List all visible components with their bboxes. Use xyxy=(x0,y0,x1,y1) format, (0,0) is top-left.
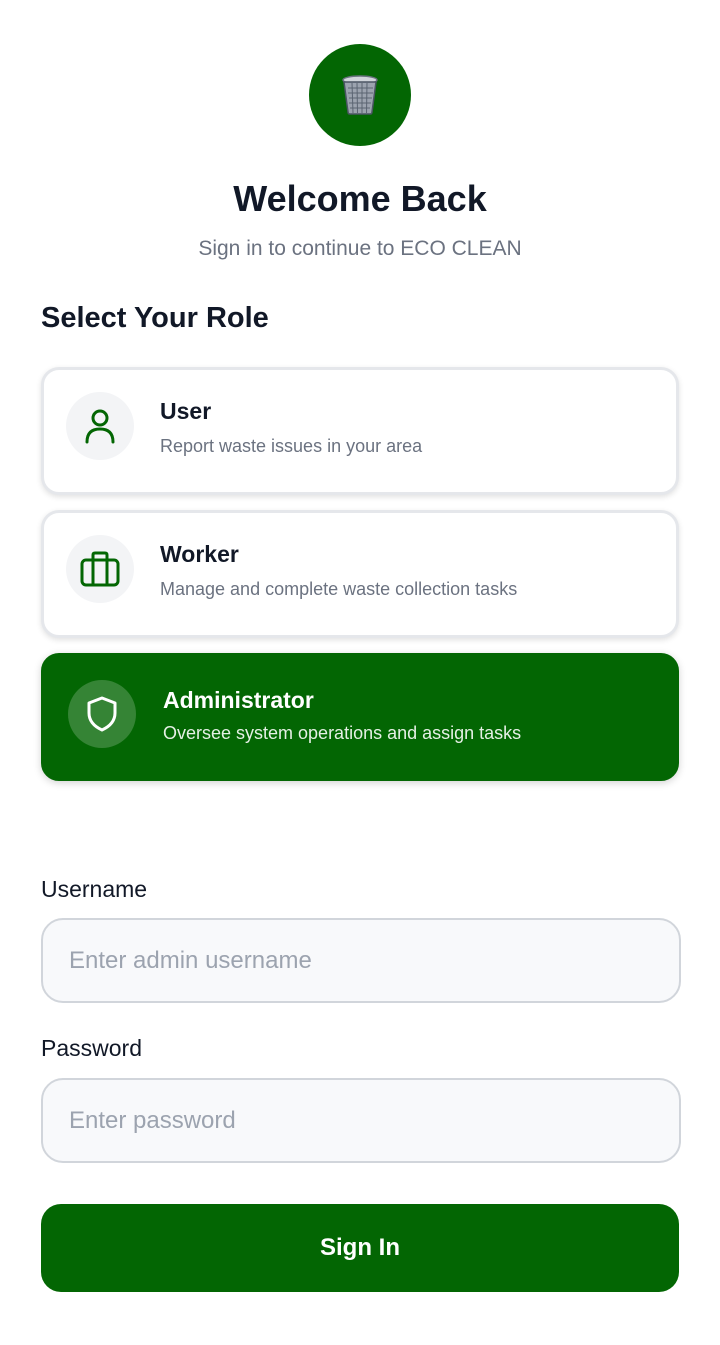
username-label: Username xyxy=(41,876,148,902)
page-title: Welcome Back xyxy=(233,178,487,219)
role-card-user[interactable]: User Report waste issues in your area xyxy=(41,367,679,495)
shield-icon xyxy=(87,696,117,732)
password-input[interactable] xyxy=(41,1078,681,1163)
role-icon-container xyxy=(68,680,136,748)
role-description: Manage and complete waste collection tas… xyxy=(160,579,518,599)
app-logo xyxy=(309,44,411,146)
role-description: Report waste issues in your area xyxy=(160,436,423,456)
password-label: Password xyxy=(41,1035,142,1061)
role-section-title: Select Your Role xyxy=(41,302,269,334)
role-icon-container xyxy=(66,535,134,603)
role-icon-container xyxy=(66,392,134,460)
briefcase-icon xyxy=(80,551,120,587)
role-name: Worker xyxy=(160,541,239,567)
username-input[interactable] xyxy=(41,918,681,1003)
role-name: User xyxy=(160,398,212,424)
role-card-administrator[interactable]: Administrator Oversee system operations … xyxy=(41,653,679,781)
trash-bin-icon xyxy=(342,75,378,115)
role-card-worker[interactable]: Worker Manage and complete waste collect… xyxy=(41,510,679,638)
user-icon xyxy=(85,409,115,444)
page-subtitle: Sign in to continue to ECO CLEAN xyxy=(198,237,522,260)
role-name: Administrator xyxy=(163,687,314,713)
sign-in-button[interactable]: Sign In xyxy=(41,1204,679,1292)
role-description: Oversee system operations and assign tas… xyxy=(163,723,522,743)
